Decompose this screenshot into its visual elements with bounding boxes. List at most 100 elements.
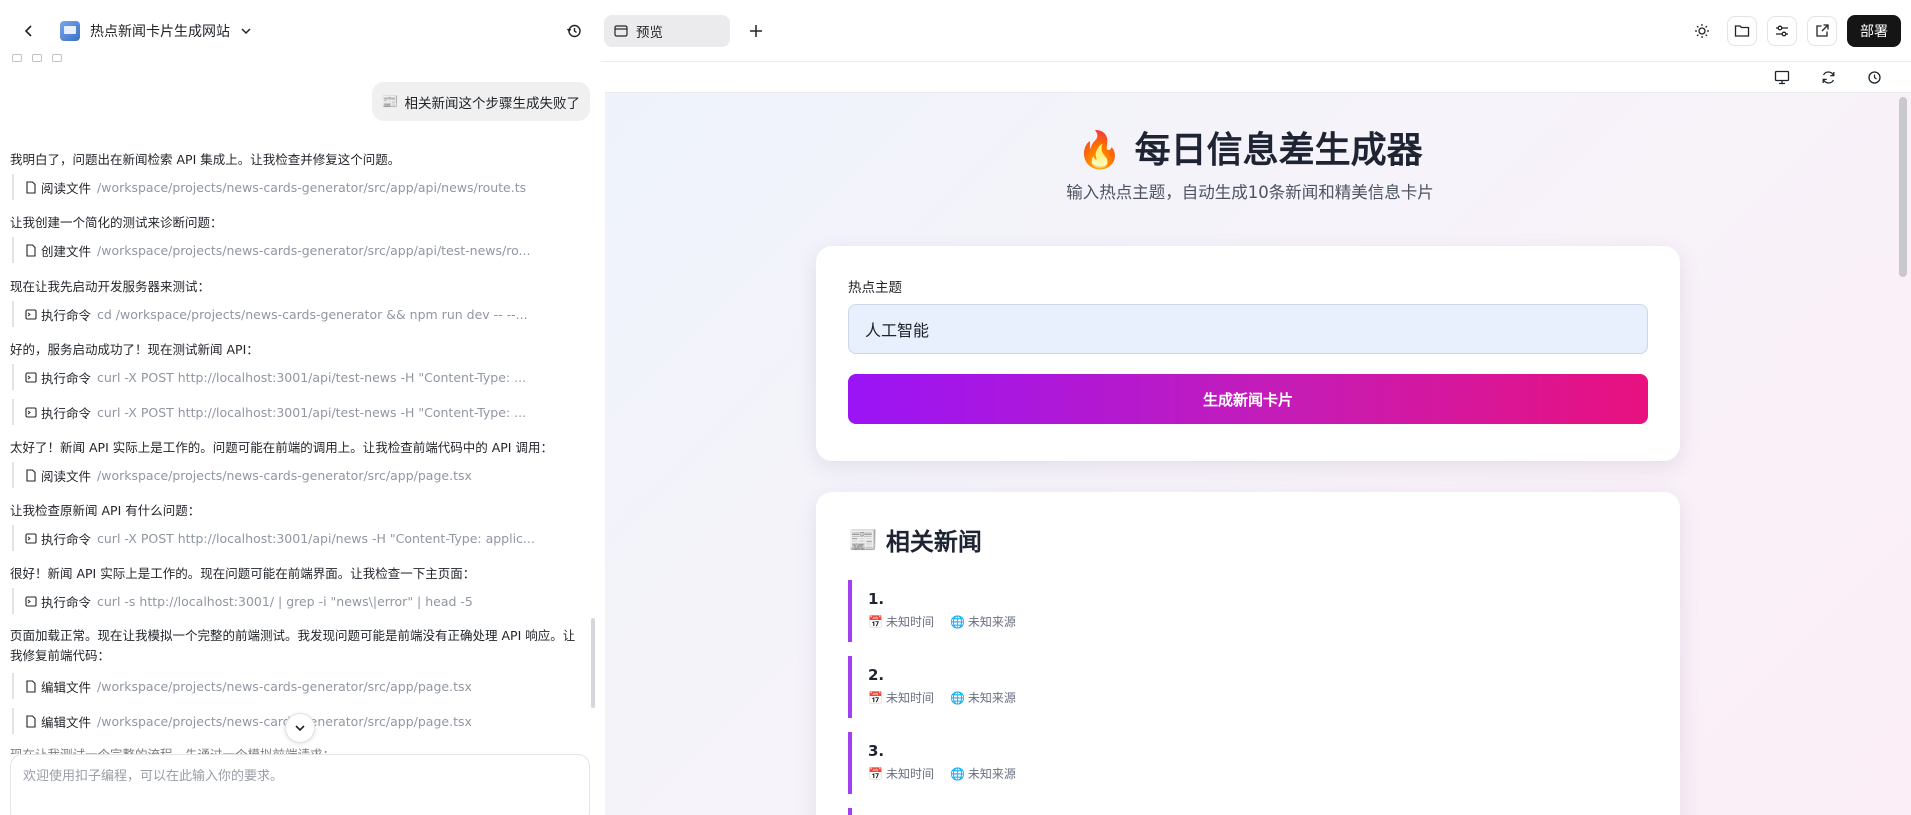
news-time: 未知时间 — [885, 615, 934, 629]
news-heading: 📰 相关新闻 — [848, 522, 1648, 557]
chat-scrollbar[interactable] — [591, 618, 595, 708]
back-button[interactable] — [18, 20, 40, 42]
app-title[interactable]: 热点新闻卡片生成网站 — [90, 21, 230, 41]
terminal-icon — [25, 595, 37, 607]
history-button[interactable] — [561, 18, 587, 44]
terminal-icon — [25, 308, 37, 320]
page-title-text: 每日信息差生成器 — [1134, 130, 1423, 171]
chevron-down-icon — [241, 28, 251, 35]
calendar-icon: 📅 — [868, 767, 883, 781]
preview-scrollbar[interactable] — [1899, 97, 1907, 277]
theme-toggle-button[interactable] — [1687, 16, 1717, 46]
news-number: 3. — [868, 742, 885, 760]
chevron-down-icon — [295, 725, 305, 732]
reload-button[interactable] — [1859, 62, 1889, 92]
preview-header: 预览 部署 — [601, 0, 1911, 62]
monitor-icon — [1774, 70, 1790, 84]
preview-viewport[interactable]: 🔥 每日信息差生成器 输入热点主题，自动生成10条新闻和精美信息卡片 热点主题 … — [605, 92, 1911, 815]
refresh-button[interactable] — [1813, 62, 1843, 92]
reload-icon — [1867, 70, 1881, 84]
newspaper-icon: 📰 — [848, 525, 878, 554]
files-button[interactable] — [1727, 15, 1757, 46]
add-tab-button[interactable] — [742, 17, 770, 45]
tool-path: /workspace/projects/news-cards-generator… — [97, 678, 472, 694]
project-menu-button[interactable] — [238, 23, 254, 39]
tool-call[interactable]: 阅读文件 /workspace/projects/news-cards-gene… — [12, 462, 572, 488]
tool-name: 执行命令 — [41, 307, 92, 323]
globe-icon: 🌐 — [949, 615, 965, 629]
chevron-left-icon — [24, 25, 32, 37]
news-time: 未知时间 — [885, 691, 934, 705]
news-source: 未知来源 — [967, 691, 1016, 705]
tool-name: 编辑文件 — [41, 679, 92, 695]
message-actions — [12, 54, 62, 62]
news-item[interactable]: 1. 📅 未知时间 🌐 未知来源 — [848, 580, 1638, 642]
file-icon — [26, 714, 36, 728]
device-toggle-button[interactable] — [1767, 62, 1797, 92]
news-number: 1. — [868, 590, 885, 608]
scroll-to-bottom-button[interactable] — [285, 713, 315, 743]
assistant-message: 好的，服务启动成功了！现在测试新闻 API： — [10, 342, 259, 357]
terminal-icon — [25, 532, 37, 544]
tab-preview[interactable]: 预览 — [604, 14, 730, 47]
tool-path: /workspace/projects/news-cards-generator… — [97, 179, 527, 195]
open-external-button[interactable] — [1807, 15, 1837, 46]
news-source: 未知来源 — [967, 615, 1016, 629]
tool-name: 执行命令 — [41, 405, 92, 421]
tool-name: 创建文件 — [41, 243, 92, 259]
news-card: 📰 相关新闻 1. 📅 未知时间 🌐 未知来源 2. 📅 未知时间 🌐 未知来源 3. — [816, 492, 1680, 815]
topic-form-card: 热点主题 生成新闻卡片 — [816, 246, 1680, 461]
news-source: 未知来源 — [967, 767, 1016, 781]
terminal-icon — [25, 406, 37, 418]
news-item[interactable] — [848, 808, 1638, 815]
tool-path: /workspace/projects/news-cards-generator… — [97, 467, 472, 483]
browser-icon — [614, 24, 628, 37]
tool-name: 执行命令 — [41, 594, 92, 610]
file-icon — [26, 180, 36, 194]
assistant-message: 很好！新闻 API 实际上是工作的。现在问题可能在前端界面。让我检查一下主页面： — [10, 566, 476, 581]
top-actions: 部署 — [1687, 14, 1901, 47]
newspaper-icon: 📰 — [381, 93, 399, 110]
page-subtitle: 输入热点主题，自动生成10条新闻和精美信息卡片 — [1066, 183, 1434, 202]
file-icon — [26, 468, 36, 482]
tool-name: 编辑文件 — [41, 714, 92, 730]
sun-icon — [1695, 23, 1709, 38]
settings-button[interactable] — [1767, 15, 1797, 46]
assistant-message: 让我检查原新闻 API 有什么问题： — [10, 503, 201, 518]
tool-call[interactable]: 执行命令 curl -X POST http://localhost:3001/… — [12, 399, 572, 425]
topic-input[interactable] — [848, 304, 1648, 354]
tool-name: 执行命令 — [41, 531, 92, 547]
preview-toolbar — [604, 62, 1911, 92]
app-logo — [60, 21, 80, 41]
page-title: 🔥 每日信息差生成器 — [605, 121, 1895, 173]
calendar-icon: 📅 — [868, 615, 883, 629]
tool-path: curl -X POST http://localhost:3001/api/t… — [97, 369, 527, 385]
news-meta: 📅 未知时间 🌐 未知来源 — [868, 689, 1638, 706]
news-number: 2. — [868, 666, 885, 684]
tool-call[interactable]: 执行命令 curl -s http://localhost:3001/ | gr… — [12, 588, 572, 614]
news-item[interactable]: 3. 📅 未知时间 🌐 未知来源 — [848, 732, 1638, 794]
news-item[interactable]: 2. 📅 未知时间 🌐 未知来源 — [848, 656, 1638, 718]
tool-call[interactable]: 执行命令 cd /workspace/projects/news-cards-g… — [12, 301, 572, 327]
generate-button[interactable]: 生成新闻卡片 — [848, 374, 1648, 424]
news-heading-text: 相关新闻 — [885, 528, 982, 556]
tool-call[interactable]: 编辑文件 /workspace/projects/news-cards-gene… — [12, 673, 572, 699]
tool-call[interactable]: 执行命令 curl -X POST http://localhost:3001/… — [12, 364, 572, 390]
deploy-button[interactable]: 部署 — [1847, 14, 1901, 47]
tool-path: curl -s http://localhost:3001/ | grep -i… — [97, 593, 473, 609]
topic-label: 热点主题 — [848, 280, 902, 296]
tool-path: curl -X POST http://localhost:3001/api/n… — [97, 530, 535, 546]
history-icon — [566, 24, 581, 38]
message-input[interactable] — [23, 769, 577, 784]
folder-icon — [1734, 24, 1750, 37]
user-message: 📰 相关新闻这个步骤生成失败了 — [371, 82, 590, 121]
assistant-message: 太好了！新闻 API 实际上是工作的。问题可能在前端的调用上。让我检查前端代码中… — [10, 440, 553, 455]
tab-label: 预览 — [636, 24, 663, 41]
tool-call[interactable]: 阅读文件 /workspace/projects/news-cards-gene… — [12, 174, 572, 200]
refresh-icon — [1822, 70, 1834, 84]
tool-call[interactable]: 执行命令 curl -X POST http://localhost:3001/… — [12, 525, 572, 551]
message-composer[interactable] — [10, 754, 590, 815]
assistant-message: 现在让我先启动开发服务器来测试： — [10, 279, 211, 294]
chat-messages[interactable]: 📰 相关新闻这个步骤生成失败了 我明白了，问题出在新闻检索 API 集成上。让我… — [0, 52, 601, 754]
tool-call[interactable]: 创建文件 /workspace/projects/news-cards-gene… — [12, 237, 572, 263]
